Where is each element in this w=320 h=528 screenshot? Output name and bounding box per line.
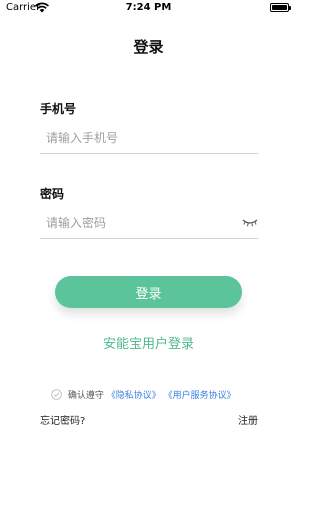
phone-input[interactable]	[40, 124, 258, 152]
phone-label: 手机号	[40, 102, 77, 116]
agreement-prefix: 确认遵守	[67, 391, 104, 401]
phone-field	[40, 124, 258, 154]
check-circle-icon[interactable]	[51, 389, 62, 400]
page-title: 登录	[133, 38, 164, 56]
status-bar: Carrier 7:24 PM	[0, 0, 297, 18]
password-field	[40, 209, 258, 239]
password-label: 密码	[40, 187, 65, 201]
status-time: 7:24 PM	[125, 2, 172, 13]
battery-icon	[270, 3, 291, 12]
alt-login-link[interactable]: 安能宝用户登录	[0, 333, 297, 352]
register-link[interactable]: 注册	[238, 412, 258, 427]
agreement-row: 确认遵守 《隐私协议》 《用户服务协议》	[51, 388, 236, 402]
privacy-agreement-link[interactable]: 《隐私协议》	[107, 391, 161, 401]
battery-level	[272, 5, 287, 10]
service-agreement-link[interactable]: 《用户服务协议》	[164, 391, 236, 401]
password-input[interactable]	[40, 209, 230, 237]
forgot-password-link[interactable]: 忘记密码?	[40, 412, 85, 427]
login-button[interactable]: 登录	[55, 276, 242, 308]
eye-closed-icon[interactable]	[242, 218, 258, 228]
